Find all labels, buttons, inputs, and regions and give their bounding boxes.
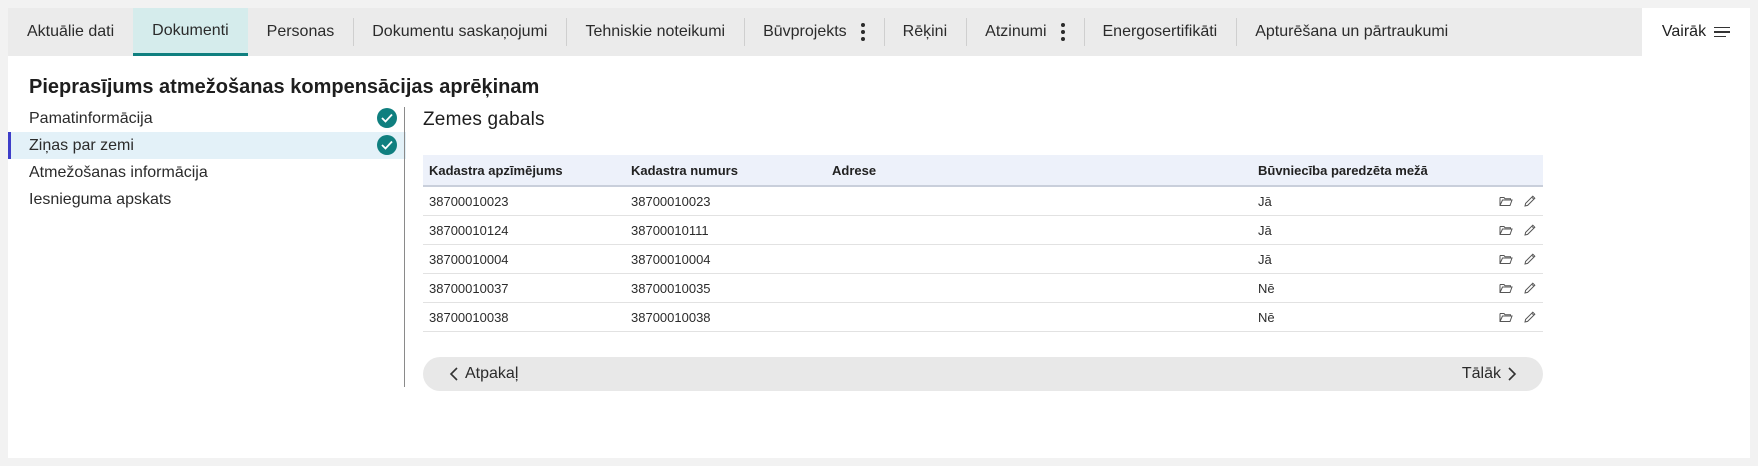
tab-0[interactable]: Aktuālie dati xyxy=(8,8,133,56)
nav-item-label: Atmežošanas informācija xyxy=(29,163,208,181)
tab-4[interactable]: Tehniskie noteikumi xyxy=(566,8,744,56)
menu-lines-icon xyxy=(1714,26,1731,38)
nav-item-3[interactable]: Iesnieguma apskats xyxy=(8,186,406,213)
next-label: Tālāk xyxy=(1461,365,1501,382)
page-title: Pieprasījums atmežošanas kompensācijas a… xyxy=(29,76,540,98)
folder-open-icon[interactable] xyxy=(1499,310,1513,324)
tab-5[interactable]: Būvprojekts xyxy=(744,8,884,56)
back-button[interactable]: Atpakaļ xyxy=(449,365,518,383)
row-actions xyxy=(1472,194,1543,208)
row-actions xyxy=(1472,252,1543,266)
nav-item-2[interactable]: Atmežošanas informācija xyxy=(8,159,406,186)
pencil-icon[interactable] xyxy=(1523,281,1537,295)
tab-label: Dokumenti xyxy=(152,21,229,39)
next-button[interactable]: Tālāk xyxy=(1462,365,1517,383)
folder-open-icon[interactable] xyxy=(1499,223,1513,237)
header-cadastre-designation[interactable]: Kadastra apzīmējums xyxy=(423,163,625,178)
nav-divider xyxy=(404,107,405,387)
tab-6[interactable]: Rēķini xyxy=(883,8,966,56)
kebab-menu-icon[interactable] xyxy=(1060,23,1065,41)
back-label: Atpakaļ xyxy=(465,365,519,382)
tab-label: Atzinumi xyxy=(985,23,1047,40)
cell-cadastre-designation: 38700010124 xyxy=(429,222,509,238)
check-circle-icon xyxy=(377,108,397,128)
table-body: 38700010023 38700010023 Jā 38700010124 38700… xyxy=(423,187,1543,332)
cell-cadastre-number: 38700010004 xyxy=(631,251,711,267)
pencil-icon[interactable] xyxy=(1523,223,1537,237)
tab-2[interactable]: Personas xyxy=(248,8,354,56)
cell-forest-construction: Jā xyxy=(1258,222,1272,238)
tab-label: Energosertifikāti xyxy=(1102,23,1218,40)
header-cadastre-number[interactable]: Kadastra numurs xyxy=(625,163,826,178)
cell-cadastre-number: 38700010035 xyxy=(631,280,711,296)
row-actions xyxy=(1472,281,1543,295)
tab-label: Aktuālie dati xyxy=(27,23,115,40)
nav-item-label: Iesnieguma apskats xyxy=(29,190,172,208)
cell-cadastre-designation: 38700010023 xyxy=(429,193,509,209)
kebab-menu-icon[interactable] xyxy=(860,23,865,41)
table-row: 38700010004 38700010004 Jā xyxy=(423,245,1543,274)
folder-open-icon[interactable] xyxy=(1499,281,1513,295)
cell-cadastre-number: 38700010111 xyxy=(631,222,709,238)
section-title: Zemes gabals xyxy=(423,109,545,130)
section-nav: Pamatinformācija Ziņas par zemi Atmežošana… xyxy=(8,105,406,213)
folder-open-icon[interactable] xyxy=(1499,194,1513,208)
row-actions xyxy=(1472,310,1543,324)
cell-forest-construction: Nē xyxy=(1258,309,1275,325)
tab-8[interactable]: Energosertifikāti xyxy=(1083,8,1237,56)
land-table: Kadastra apzīmējums Kadastra numurs Adre… xyxy=(423,155,1543,332)
chevron-right-icon xyxy=(1508,367,1517,381)
tab-label: Rēķini xyxy=(902,23,948,40)
tab-label: Personas xyxy=(266,23,335,40)
chevron-left-icon xyxy=(449,367,458,381)
pencil-icon[interactable] xyxy=(1523,252,1537,266)
tab-label: Dokumentu saskaņojumi xyxy=(372,23,548,40)
pencil-icon[interactable] xyxy=(1523,194,1537,208)
tab-7[interactable]: Atzinumi xyxy=(966,8,1083,56)
folder-open-icon[interactable] xyxy=(1499,252,1513,266)
table-row: 38700010124 38700010111 Jā xyxy=(423,216,1543,245)
more-button[interactable]: Vairāk xyxy=(1642,8,1750,56)
nav-item-0[interactable]: Pamatinformācija xyxy=(8,105,406,132)
more-label: Vairāk xyxy=(1661,23,1707,40)
header-address[interactable]: Adrese xyxy=(826,163,1252,178)
cell-forest-construction: Jā xyxy=(1258,193,1272,209)
pencil-icon[interactable] xyxy=(1523,310,1537,324)
tab-3[interactable]: Dokumentu saskaņojumi xyxy=(353,8,566,56)
tab-1[interactable]: Dokumenti xyxy=(133,8,248,56)
table-header: Kadastra apzīmējums Kadastra numurs Adre… xyxy=(423,155,1543,187)
tab-label: Apturēšana un pārtraukumi xyxy=(1255,23,1449,40)
cell-cadastre-designation: 38700010038 xyxy=(429,309,509,325)
table-row: 38700010038 38700010038 Nē xyxy=(423,303,1543,332)
cell-cadastre-number: 38700010038 xyxy=(631,309,711,325)
nav-item-label: Pamatinformācija xyxy=(29,109,153,127)
tab-label: Tehniskie noteikumi xyxy=(585,23,726,40)
tab-bar: Aktuālie dati Dokumenti Personas Dokumentu … xyxy=(8,8,1750,56)
cell-forest-construction: Jā xyxy=(1258,251,1272,267)
row-actions xyxy=(1472,223,1543,237)
table-row: 38700010023 38700010023 Jā xyxy=(423,187,1543,216)
app-frame: Aktuālie dati Dokumenti Personas Dokumentu … xyxy=(8,8,1750,458)
step-pager: Atpakaļ Tālāk xyxy=(423,357,1543,391)
cell-cadastre-number: 38700010023 xyxy=(631,193,711,209)
tab-label: Būvprojekts xyxy=(763,23,847,40)
nav-item-1[interactable]: Ziņas par zemi xyxy=(8,132,406,159)
tab-9[interactable]: Apturēšana un pārtraukumi xyxy=(1236,8,1467,56)
check-circle-icon xyxy=(377,135,397,155)
cell-cadastre-designation: 38700010004 xyxy=(429,251,509,267)
cell-forest-construction: Nē xyxy=(1258,280,1275,296)
nav-item-label: Ziņas par zemi xyxy=(29,136,134,154)
table-row: 38700010037 38700010035 Nē xyxy=(423,274,1543,303)
cell-cadastre-designation: 38700010037 xyxy=(429,280,509,296)
header-forest-construction[interactable]: Būvniecība paredzēta mežā xyxy=(1252,163,1472,178)
